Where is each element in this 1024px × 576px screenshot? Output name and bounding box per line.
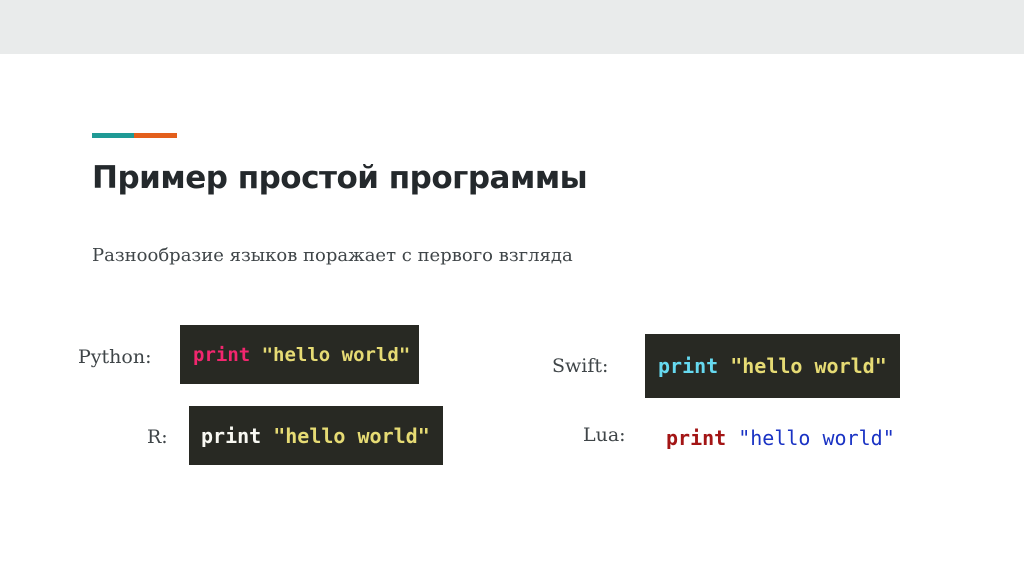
title-accent-orange (134, 133, 177, 138)
swift-label: Swift: (552, 355, 609, 377)
python-code-snippet: print "hello world" (180, 325, 419, 384)
slide-subtitle: Разнообразие языков поражает с первого в… (92, 245, 573, 266)
r-string: "hello world" (273, 423, 430, 448)
swift-code-snippet: print "hello world" (645, 334, 900, 398)
swift-keyword: print (658, 354, 719, 378)
title-accent-teal (92, 133, 134, 138)
lua-code-snippet: print "hello world" (655, 418, 945, 458)
python-keyword: print (193, 343, 251, 366)
lua-string: "hello world" (738, 426, 895, 450)
python-label: Python: (78, 346, 152, 368)
r-keyword: print (201, 423, 262, 448)
r-code-snippet: print "hello world" (189, 406, 443, 465)
r-label: R: (147, 426, 168, 448)
header-band (0, 0, 1024, 54)
python-string: "hello world" (261, 343, 411, 366)
lua-label: Lua: (583, 424, 626, 446)
lua-keyword: print (666, 426, 727, 450)
slide-title: Пример простой программы (92, 160, 588, 196)
swift-string: "hello world" (730, 354, 887, 378)
